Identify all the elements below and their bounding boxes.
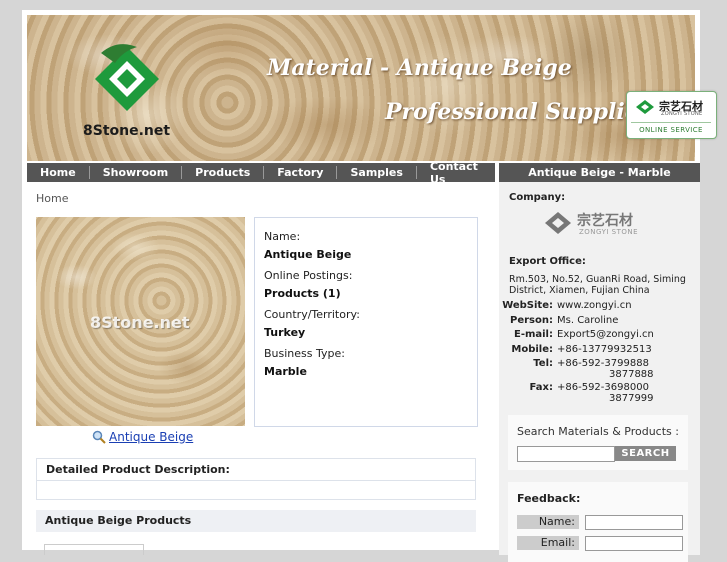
site-logo-text[interactable]: 8Stone.net xyxy=(83,123,170,139)
contact-key: Fax: xyxy=(529,382,553,393)
search-button[interactable]: SEARCH xyxy=(615,446,676,461)
contact-tel: +86-592-3799888 xyxy=(557,358,649,369)
info-label-postings: Online Postings: xyxy=(264,269,353,282)
export-office-address: Rm.503, No.52, GuanRi Road, Siming Distr… xyxy=(509,274,686,296)
feedback-email-input[interactable] xyxy=(585,536,683,551)
zongyi-logo-icon xyxy=(545,212,571,234)
image-watermark: 8Stone.net xyxy=(90,313,190,332)
info-value-name: Antique Beige xyxy=(264,248,352,261)
contact-mobile: +86-13779932513 xyxy=(557,344,652,355)
info-value-postings[interactable]: Products (1) xyxy=(264,287,341,300)
nav-factory[interactable]: Factory xyxy=(264,166,338,179)
company-brand-en: ZONGYI STONE xyxy=(579,228,639,236)
contact-email[interactable]: Export5@zongyi.cn xyxy=(557,329,687,340)
search-title: Search Materials & Products : xyxy=(517,425,679,438)
product-caption-link[interactable]: Antique Beige xyxy=(109,430,193,444)
feedback-email-label: Email: xyxy=(517,536,579,550)
nav-products[interactable]: Products xyxy=(182,166,265,179)
export-office-label: Export Office: xyxy=(509,256,586,267)
contact-key: Mobile: xyxy=(511,344,553,355)
feedback-title: Feedback: xyxy=(517,492,581,505)
search-input[interactable] xyxy=(517,446,615,462)
nav-showroom[interactable]: Showroom xyxy=(90,166,183,179)
contact-tel-extra: 3877888 xyxy=(609,369,654,380)
8stone-logo-icon xyxy=(95,44,159,111)
contact-website[interactable]: www.zongyi.cn xyxy=(557,300,687,311)
nav-contact-us[interactable]: Contact Us xyxy=(417,160,495,186)
info-value-business: Marble xyxy=(264,365,307,378)
product-caption: Antique Beige xyxy=(92,430,193,444)
page: 8Stone.net Material - Antique Beige Prof… xyxy=(22,10,700,562)
nav-home[interactable]: Home xyxy=(27,166,90,179)
main-nav: Home Showroom Products Factory Samples C… xyxy=(27,160,495,186)
products-section-header: Antique Beige Products xyxy=(36,510,476,532)
contact-fax: +86-592-3698000 xyxy=(557,382,649,393)
search-panel: Search Materials & Products : SEARCH xyxy=(508,415,688,470)
zongyi-badge-logo-icon xyxy=(636,100,654,114)
description-header: Detailed Product Description: xyxy=(36,458,476,480)
feedback-name-input[interactable] xyxy=(585,515,683,530)
online-service-badge[interactable]: 宗艺石材 ZONGYI STONE ONLINE SERVICE xyxy=(626,91,717,139)
description-body xyxy=(36,480,476,500)
company-label: Company: xyxy=(509,192,566,203)
contact-key: Tel: xyxy=(533,358,553,369)
banner-title: Material - Antique Beige xyxy=(267,55,572,81)
nav-samples[interactable]: Samples xyxy=(337,166,417,179)
contact-person: Ms. Caroline xyxy=(557,315,619,326)
breadcrumb[interactable]: Home xyxy=(36,192,68,205)
contact-key: WebSite: xyxy=(502,300,553,311)
contact-key: Person: xyxy=(510,315,553,326)
badge-brand-en: ZONGYI STONE xyxy=(661,111,703,117)
info-value-country: Turkey xyxy=(264,326,306,339)
product-image[interactable]: 8Stone.net xyxy=(36,217,245,426)
magnifier-icon[interactable] xyxy=(92,430,106,444)
info-label-business: Business Type: xyxy=(264,347,345,360)
online-service-label[interactable]: ONLINE SERVICE xyxy=(631,122,711,134)
sidebar-title: Antique Beige - Marble xyxy=(499,163,700,182)
product-info-box: Name: Antique Beige Online Postings: Pro… xyxy=(254,217,478,427)
contact-fax-extra: 3877999 xyxy=(609,393,654,404)
feedback-panel: Feedback: Name: Email: xyxy=(508,482,688,562)
products-list-item[interactable] xyxy=(44,544,144,555)
header-banner: 8Stone.net Material - Antique Beige Prof… xyxy=(27,15,695,161)
info-label-name: Name: xyxy=(264,230,301,243)
info-label-country: Country/Territory: xyxy=(264,308,360,321)
company-brand-cn: 宗艺石材 xyxy=(577,213,633,229)
feedback-name-label: Name: xyxy=(517,515,579,529)
contact-key: E-mail: xyxy=(513,329,553,340)
company-sidebar: Company: 宗艺石材 ZONGYI STONE Export Office… xyxy=(499,182,700,562)
